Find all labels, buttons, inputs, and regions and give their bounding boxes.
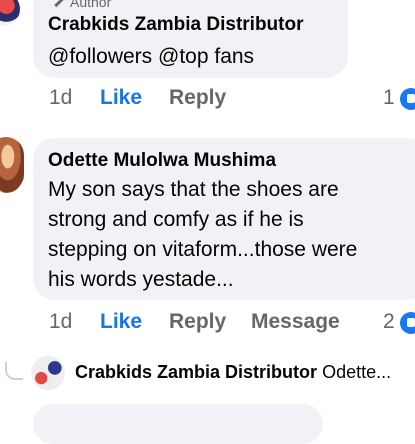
comment-text-line: My son says that the shoes are <box>48 178 339 201</box>
comment-text-line: stepping on vitaform...those were <box>48 238 358 261</box>
like-reaction-icon[interactable] <box>400 88 415 110</box>
comment-text: @followers @top fans <box>48 45 255 68</box>
like-reaction-icon[interactable] <box>400 312 415 334</box>
author-badge-label: Author <box>70 0 112 10</box>
comment-author-name[interactable]: Odette Mulolwa Mushima <box>48 150 276 172</box>
comment-text: My son says that the shoes are strong an… <box>48 175 357 295</box>
reaction-count[interactable]: 2 <box>383 310 395 334</box>
author-badge: Author <box>54 0 111 10</box>
avatar-crabkids[interactable] <box>0 0 20 26</box>
like-button[interactable]: Like <box>100 310 142 334</box>
comment-timestamp[interactable]: 1d <box>49 310 72 334</box>
like-button[interactable]: Like <box>100 86 142 110</box>
avatar-odette[interactable] <box>0 137 24 193</box>
reply-preview[interactable]: Crabkids Zambia Distributor Odette... <box>75 362 391 383</box>
comment-author-name[interactable]: Crabkids Zambia Distributor <box>48 14 304 36</box>
comment-bubble <box>33 404 323 444</box>
message-button[interactable]: Message <box>251 310 340 334</box>
comment-timestamp[interactable]: 1d <box>49 86 72 110</box>
reply-thread-line <box>5 362 23 380</box>
avatar-crabkids[interactable] <box>31 356 65 390</box>
reply-author-name[interactable]: Crabkids Zambia Distributor <box>75 362 317 382</box>
reply-preview-text: Odette... <box>322 362 392 382</box>
comment-text-line: his words yestade... <box>48 268 234 291</box>
reply-button[interactable]: Reply <box>169 310 226 334</box>
reaction-count[interactable]: 1 <box>383 86 395 110</box>
pencil-icon <box>54 0 64 7</box>
reply-button[interactable]: Reply <box>169 86 226 110</box>
comment-text-line: strong and comfy as if he is <box>48 208 304 231</box>
